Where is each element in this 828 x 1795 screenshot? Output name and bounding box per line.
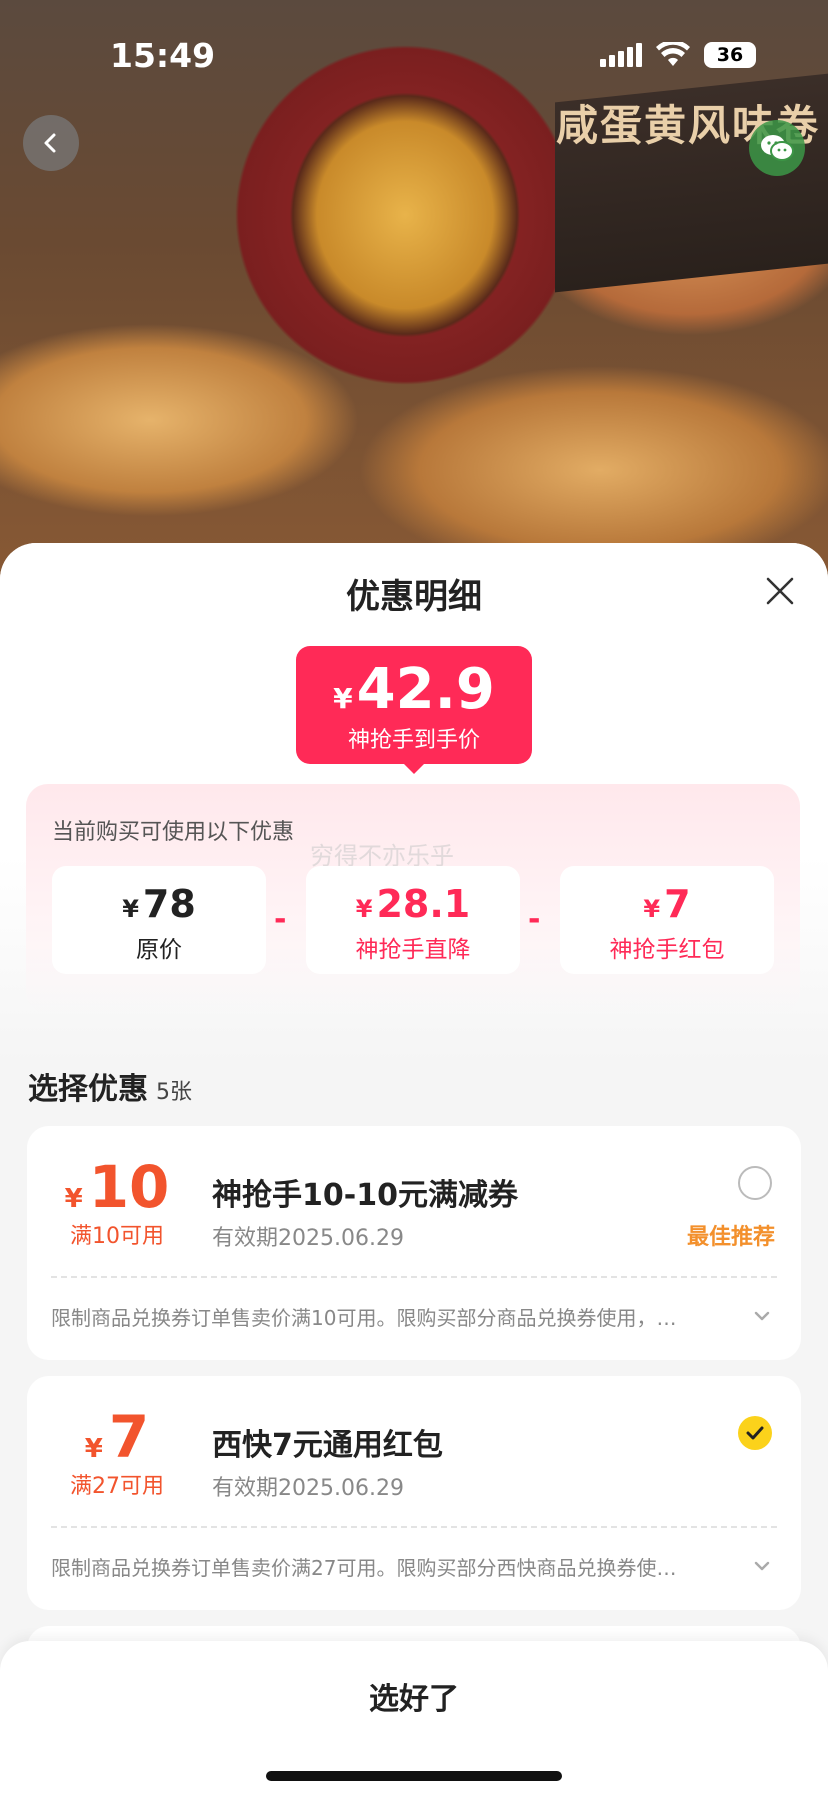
chevron-left-icon [44, 133, 56, 153]
select-coupon-heading: 选择优惠 5张 [28, 1064, 192, 1108]
coupon-condition: 满10可用 [70, 1224, 164, 1249]
direct-discount-card: ¥ 28.1 神抢手直降 [306, 866, 520, 974]
coupon-expiry: 有效期2025.06.29 [212, 1476, 404, 1501]
coupon-expiry: 有效期2025.06.29 [212, 1226, 404, 1251]
coupon-radio-unchecked[interactable] [738, 1166, 772, 1200]
coupon-radio-checked[interactable] [738, 1416, 772, 1450]
coupon-count: 5张 [156, 1080, 192, 1105]
home-indicator [266, 1771, 562, 1781]
footer-bar: 选好了 [0, 1641, 828, 1795]
red-packet-label: 神抢手红包 [609, 937, 725, 963]
minus-sign: - [528, 902, 541, 937]
battery-icon: 36 [704, 42, 756, 68]
status-time: 15:49 [110, 36, 216, 75]
back-button[interactable] [23, 115, 79, 171]
select-coupon-title: 选择优惠 [28, 1072, 148, 1107]
wifi-icon [656, 42, 690, 66]
direct-discount-value: 28.1 [376, 882, 471, 926]
check-icon [746, 1426, 764, 1440]
sheet-title: 优惠明细 [346, 577, 482, 617]
chevron-down-icon[interactable] [752, 1306, 772, 1326]
original-price-label: 原价 [136, 937, 182, 963]
discount-hint: 当前购买可使用以下优惠 [52, 820, 295, 845]
currency: ¥ [122, 895, 139, 923]
best-recommend-badge: 最佳推荐 [687, 1225, 776, 1250]
coupon-card[interactable]: ¥ 7 满27可用 西快7元通用红包 有效期2025.06.29 限制商品兑换券… [27, 1376, 801, 1610]
dashed-divider [51, 1276, 777, 1278]
coupon-description: 限制商品兑换券订单售卖价满10可用。限购买部分商品兑换券使用，… [51, 1306, 677, 1330]
coupon-currency: ¥ [84, 1434, 103, 1464]
signal-icon [600, 43, 642, 67]
coupon-name: 西快7元通用红包 [212, 1428, 443, 1463]
discount-detail-sheet: 优惠明细 ¥ 42.9 神抢手到手价 当前购买可使用以下优惠 穷得不亦乐乎 ¥ … [0, 543, 828, 1795]
minus-sign: - [274, 902, 287, 937]
currency: ¥ [643, 895, 661, 923]
close-icon[interactable] [762, 573, 798, 609]
red-packet-value: 7 [664, 882, 691, 926]
status-icons: 36 [600, 42, 756, 68]
coupon-condition: 满27可用 [70, 1474, 164, 1499]
wechat-icon [761, 135, 794, 161]
final-price: 42.9 [356, 657, 495, 722]
red-packet-card: ¥ 7 神抢手红包 [560, 866, 774, 974]
coupon-card[interactable]: ¥ 10 满10可用 神抢手10-10元满减券 有效期2025.06.29 最佳… [27, 1126, 801, 1360]
discount-breakdown-panel: 当前购买可使用以下优惠 穷得不亦乐乎 ¥ 78 原价 - ¥ 28.1 神抢手直… [26, 784, 800, 1014]
currency: ¥ [355, 895, 373, 923]
original-price-value: 78 [142, 882, 196, 926]
dashed-divider [51, 1526, 777, 1528]
status-bar: 15:49 36 [0, 0, 828, 110]
chevron-down-icon[interactable] [752, 1556, 772, 1576]
wechat-share-button[interactable] [749, 120, 805, 176]
final-price-label: 神抢手到手价 [347, 728, 480, 753]
confirm-button[interactable]: 选好了 [0, 1641, 828, 1751]
direct-discount-label: 神抢手直降 [355, 937, 471, 963]
coupon-name: 神抢手10-10元满减券 [212, 1178, 518, 1213]
original-price-card: ¥ 78 原价 [52, 866, 266, 974]
coupon-value: 7 [108, 1403, 150, 1471]
price-currency: ¥ [333, 682, 353, 715]
coupon-currency: ¥ [64, 1184, 83, 1214]
coupon-description: 限制商品兑换券订单售卖价满27可用。限购买部分西快商品兑换券使… [51, 1556, 677, 1580]
final-price-box: ¥ 42.9 神抢手到手价 [296, 646, 532, 764]
coupon-value: 10 [88, 1153, 170, 1221]
